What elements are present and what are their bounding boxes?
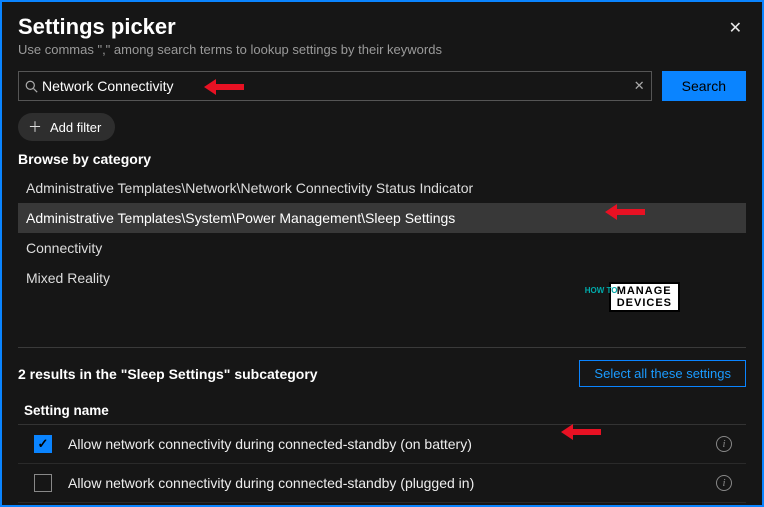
select-all-button[interactable]: Select all these settings <box>579 360 746 387</box>
info-icon[interactable]: i <box>716 475 732 491</box>
add-filter-button[interactable]: ＋ Add filter <box>18 113 115 141</box>
setting-row[interactable]: ✓ Allow network connectivity during conn… <box>18 425 746 464</box>
checkbox[interactable] <box>34 474 52 492</box>
category-item[interactable]: Administrative Templates\Network\Network… <box>18 173 746 203</box>
plus-icon: ＋ <box>28 117 42 137</box>
watermark: HOW TO MANAGEDEVICES <box>609 282 680 312</box>
close-button[interactable]: ✕ <box>725 14 746 42</box>
search-icon <box>25 80 38 93</box>
setting-label: Allow network connectivity during connec… <box>68 436 716 452</box>
page-title: Settings picker <box>18 14 442 40</box>
column-header: Setting name <box>18 397 746 425</box>
search-input[interactable] <box>38 78 634 94</box>
setting-row[interactable]: Allow network connectivity during connec… <box>18 464 746 503</box>
page-subtitle: Use commas "," among search terms to loo… <box>18 42 442 57</box>
setting-label: Allow network connectivity during connec… <box>68 475 716 491</box>
category-item[interactable]: Administrative Templates\System\Power Ma… <box>18 203 746 233</box>
divider <box>18 347 746 348</box>
search-box[interactable]: ✕ <box>18 71 652 101</box>
category-item[interactable]: Connectivity <box>18 233 746 263</box>
browse-heading: Browse by category <box>18 151 746 167</box>
add-filter-label: Add filter <box>50 120 101 135</box>
search-button[interactable]: Search <box>662 71 746 101</box>
info-icon[interactable]: i <box>716 436 732 452</box>
results-summary: 2 results in the "Sleep Settings" subcat… <box>18 366 318 382</box>
clear-icon[interactable]: ✕ <box>634 78 645 94</box>
checkbox[interactable]: ✓ <box>34 435 52 453</box>
